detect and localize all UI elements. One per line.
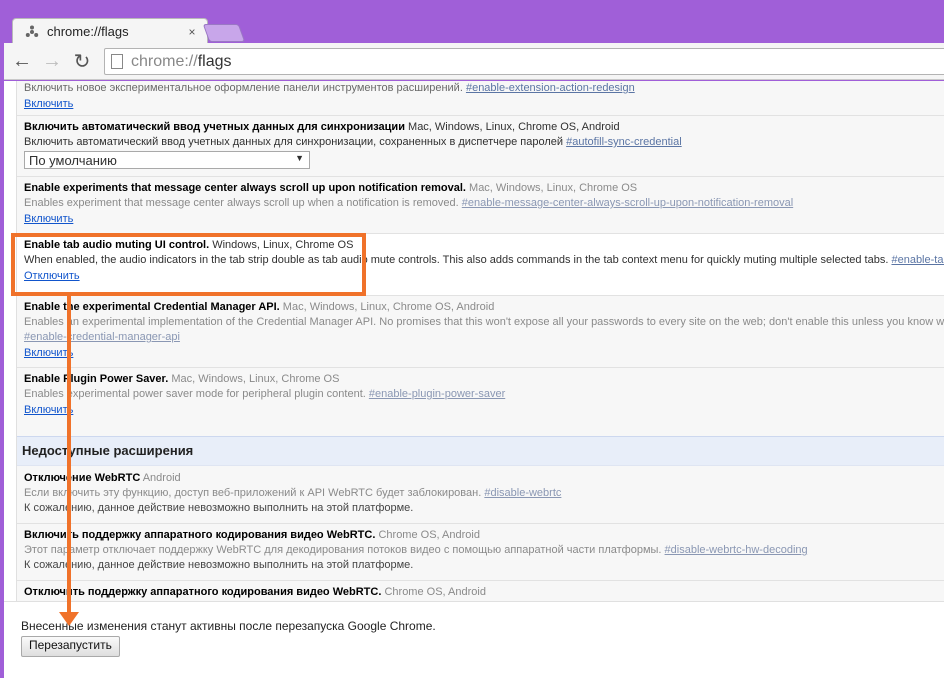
- annotation-arrow-head: [59, 612, 79, 626]
- experiment-platforms: Android: [142, 472, 181, 484]
- close-tab-icon[interactable]: ×: [185, 25, 199, 39]
- experiment-description: Включить новое экспериментальное оформле…: [24, 82, 463, 94]
- flags-page: Включить новое экспериментальное оформле…: [4, 81, 944, 678]
- experiment-platforms: Chrome OS, Android: [384, 586, 486, 598]
- page-icon: [111, 54, 123, 69]
- experiment-credential-manager-api: Enable the experimental Credential Manag…: [17, 296, 944, 368]
- experiment-name: Enable experiments that message center a…: [24, 182, 466, 194]
- experiment-hash-link[interactable]: #enable-message-center-always-scroll-up-…: [462, 197, 793, 209]
- experiment-autofill-sync-credential: Включить автоматический ввод учетных дан…: [17, 116, 944, 177]
- experiment-hash-link[interactable]: #disable-webrtc-hw-decoding: [665, 544, 808, 556]
- experiment-name: Отключить поддержку аппаратного кодирова…: [24, 586, 382, 598]
- experiments-panel: Включить новое экспериментальное оформле…: [16, 81, 944, 601]
- relaunch-bar: Внесенные изменения станут активны после…: [4, 601, 944, 678]
- annotation-arrow-line: [67, 296, 71, 616]
- browser-toolbar: ← → ↻ chrome://flags: [4, 43, 944, 80]
- experiment-hash-link[interactable]: #disable-webrtc: [484, 487, 561, 499]
- experiment-hash-link[interactable]: #enable-credential-manager-api: [24, 331, 180, 343]
- back-arrow-icon[interactable]: ←: [8, 47, 36, 75]
- experiment-platforms: Mac, Windows, Linux, Chrome OS: [171, 373, 340, 385]
- experiment-message-center-scroll: Enable experiments that message center a…: [17, 177, 944, 234]
- enable-link[interactable]: Включить: [24, 402, 73, 418]
- address-bar[interactable]: chrome://flags: [104, 48, 944, 75]
- browser-tab[interactable]: chrome://flags ×: [12, 18, 208, 44]
- unavailable-disable-webrtc: Отключение WebRTC Android Если включить …: [17, 467, 944, 524]
- enable-link[interactable]: Включить: [24, 345, 73, 361]
- unavailable-note: К сожалению, данное действие невозможно …: [24, 559, 414, 571]
- experiment-name: Enable Plugin Power Saver.: [24, 373, 169, 385]
- relaunch-button[interactable]: Перезапустить: [21, 636, 120, 657]
- unavailable-section-heading: Недоступные расширения: [17, 436, 944, 466]
- url-path: flags: [197, 52, 232, 70]
- experiment-extension-action-redesign: Включить новое экспериментальное оформле…: [17, 81, 944, 116]
- experiment-description: Этот параметр отключает поддержку WebRTC…: [24, 544, 662, 556]
- select-value: По умолчанию: [29, 152, 117, 168]
- unavailable-note: К сожалению, данное действие невозможно …: [24, 502, 414, 514]
- experiment-hash-link[interactable]: #enable-plugin-power-saver: [369, 388, 505, 400]
- enable-link[interactable]: Включить: [24, 96, 73, 112]
- experiment-name: Включить поддержку аппаратного кодирован…: [24, 529, 376, 541]
- experiment-platforms: Mac, Windows, Linux, Chrome OS, Android: [408, 121, 620, 133]
- flask-icon: [25, 25, 39, 39]
- experiment-description: Enables experiment that message center a…: [24, 197, 459, 209]
- experiment-description: Если включить эту функцию, доступ веб-пр…: [24, 487, 482, 499]
- experiment-hash-link[interactable]: #enable-extension-action-redesign: [466, 82, 635, 94]
- dropdown-arrow-icon: ▼: [295, 153, 304, 163]
- experiment-name: Отключение WebRTC: [24, 472, 141, 484]
- experiment-description: Enables an experimental implementation o…: [24, 316, 944, 328]
- relaunch-message: Внесенные изменения станут активны после…: [21, 619, 436, 633]
- reload-icon[interactable]: ↻: [68, 47, 96, 75]
- enable-link[interactable]: Включить: [24, 211, 73, 227]
- experiment-name: Включить автоматический ввод учетных дан…: [24, 121, 405, 133]
- experiment-platforms: Chrome OS, Android: [378, 529, 480, 541]
- new-tab-button[interactable]: [202, 24, 246, 42]
- experiment-state-select[interactable]: По умолчанию ▼: [24, 151, 310, 169]
- experiment-platforms: Mac, Windows, Linux, Chrome OS, Android: [282, 301, 495, 313]
- url-scheme: chrome://: [131, 52, 198, 70]
- experiment-description: Включить автоматический ввод учетных дан…: [24, 136, 564, 148]
- experiment-hash-link[interactable]: #enable-tab-audio-muting: [891, 254, 944, 266]
- experiment-hash-link[interactable]: #autofill-sync-credential: [566, 136, 682, 148]
- annotation-highlight-box: [11, 233, 366, 296]
- forward-arrow-icon[interactable]: →: [38, 47, 66, 75]
- experiment-platforms: Mac, Windows, Linux, Chrome OS: [469, 182, 638, 194]
- experiment-name: Enable the experimental Credential Manag…: [24, 301, 280, 313]
- experiment-description: Enables experimental power saver mode fo…: [24, 388, 366, 400]
- tab-title: chrome://flags: [47, 24, 129, 39]
- experiment-plugin-power-saver: Enable Plugin Power Saver. Mac, Windows,…: [17, 368, 944, 426]
- unavailable-webrtc-hw-decoding: Включить поддержку аппаратного кодирован…: [17, 524, 944, 581]
